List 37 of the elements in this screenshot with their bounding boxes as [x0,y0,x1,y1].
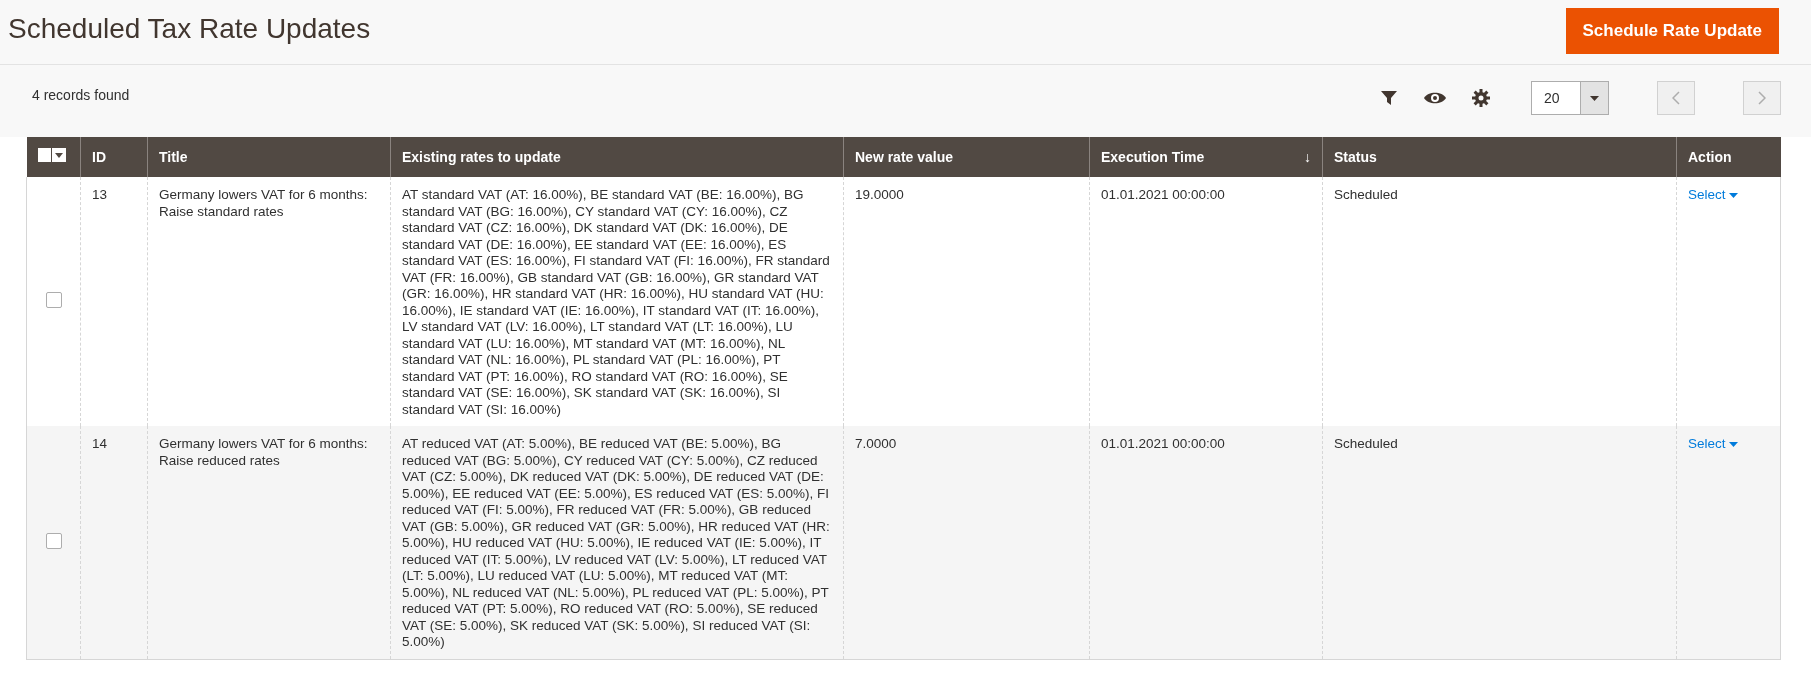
column-header[interactable]: Action [1688,148,1732,165]
select-action-link[interactable]: Select [1688,436,1739,451]
row-checkbox[interactable] [45,533,62,549]
caret-icon [1729,192,1739,198]
table-cell: 7.0000 [855,436,897,451]
caret-icon [1590,95,1599,101]
schedule-rate-update-button[interactable]: Schedule Rate Update [1565,8,1779,54]
table-cell: Germany lowers VAT for 6 months: Raise standard rates [159,187,368,219]
table-cell: 01.01.2021 00:00:00 [1101,436,1225,451]
chevron-right-icon [1758,91,1766,105]
column-header[interactable]: ID [92,148,106,165]
table-cell: Germany lowers VAT for 6 months: Raise reduced rates [159,436,368,468]
select-all-checkbox[interactable] [37,147,66,162]
sort-indicator[interactable]: ↓ [1304,146,1311,168]
column-header[interactable]: Status [1334,148,1377,165]
settings-icon[interactable] [1471,88,1491,108]
eye-icon[interactable] [1423,90,1447,106]
chevron-left-icon [1672,91,1680,105]
column-header[interactable]: Title [159,148,188,165]
table-cell: Scheduled [1334,436,1398,451]
row-checkbox[interactable] [45,292,62,309]
column-header[interactable]: Existing rates to update [402,148,561,165]
caret-icon [1729,441,1739,447]
table-cell: 13 [92,187,108,202]
page-title: Scheduled Tax Rate Updates [8,12,371,46]
filter-icon[interactable] [1379,88,1399,108]
table-cell: AT standard VAT (AT: 16.00%), BE standard VAT (BE: 16.00%), BG standard VAT (BG: 16.00%), CY standard VAT (CY: 16.00%), CZ standard VAT (CZ: 16.00%), DK standard VAT (DK: 16.00%), DE standard VAT (DE: 16.00%), EE standard VAT (EE: 16.00%), ES standard VAT (ES: 16.00%), FI standard VAT (FI: 16.00%), FR standard VAT (FR: 16.00%), GB standard VAT (GB: 16.00%), GR standard VAT (GR: 16.00%), HR standard VAT (HR: 16.00%), HU standard VAT (HU: 16.00%), IE standard VAT (IE: 16.00%), IT standard VAT (IT: 16.00%), LV standard VAT (LV: 16.00%), LT standard VAT (LT: 16.00%), LU standard VAT (LU: 16.00%), MT standard VAT (MT: 16.00%), NL standard VAT (NL: 16.00%), PL standard VAT (PL: 16.00%), PT standard VAT (PT: 16.00%), RO standard VAT (RO: 16.00%), SE standard VAT (SE: 16.00%), SK standard VAT (SK: 16.00%), SI standard VAT (SI: 16.00%) [402,187,830,417]
column-header[interactable]: Execution Time [1101,148,1205,165]
table-cell: 19.0000 [855,187,904,202]
column-header[interactable]: New rate value [855,148,954,165]
per-page-select[interactable]: 20 [1531,81,1609,115]
records-count: 4 records found [32,86,130,105]
table-cell: 01.01.2021 00:00:00 [1101,187,1225,202]
table-cell: 14 [92,436,108,451]
select-action-link[interactable]: Select [1688,187,1739,202]
table-cell: Scheduled [1334,187,1398,202]
table-cell: AT reduced VAT (AT: 5.00%), BE reduced VAT (BE: 5.00%), BG reduced VAT (BG: 5.00%), CY reduced VAT (CY: 5.00%), CZ reduced VAT (CZ: 5.00%), DK reduced VAT (DK: 5.00%), DE reduced VAT (DE: 5.00%), EE reduced VAT (EE: 5.00%), ES reduced VAT (ES: 5.00%), FI reduced VAT (FI: 5.00%), FR reduced VAT (FR: 5.00%), GB reduced VAT (GB: 5.00%), GR reduced VAT (GR: 5.00%), HR reduced VAT (HR: 5.00%), HU reduced VAT (HU: 5.00%), IE reduced VAT (IE: 5.00%), IT reduced VAT (IT: 5.00%), LV reduced VAT (LV: 5.00%), LT reduced VAT (LT: 5.00%), LU reduced VAT (LU: 5.00%), MT reduced VAT (MT: 5.00%), NL reduced VAT (NL: 5.00%), PL reduced VAT (PL: 5.00%), PT reduced VAT (PT: 5.00%), RO reduced VAT (RO: 5.00%), SE reduced VAT (SE: 5.00%), SK reduced VAT (SK: 5.00%), SI reduced VAT (SI: 5.00%) [402,436,830,649]
